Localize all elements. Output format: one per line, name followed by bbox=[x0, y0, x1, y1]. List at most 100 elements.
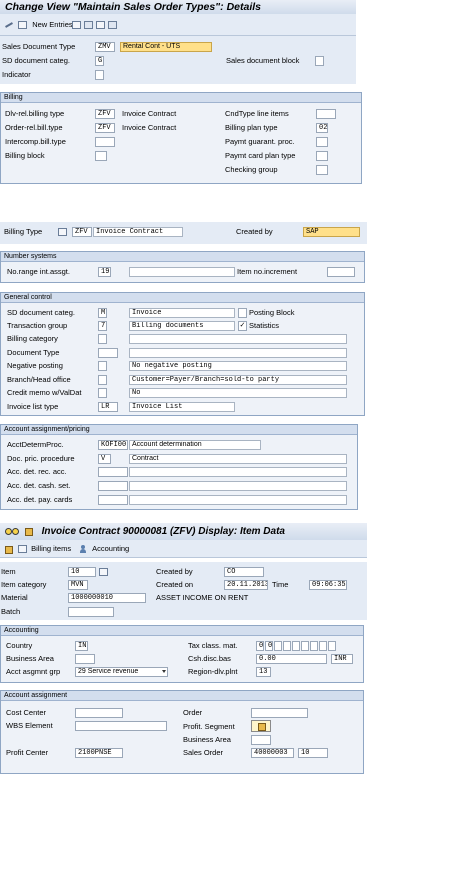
chevron-down-icon bbox=[162, 670, 166, 673]
document-type-field[interactable] bbox=[98, 348, 118, 358]
dlv-rel-billing-type-desc: Invoice Contract bbox=[122, 109, 177, 118]
object-icon bbox=[24, 527, 33, 536]
branch-head-office-field[interactable] bbox=[98, 375, 107, 385]
label-wbs-element: WBS Element bbox=[6, 721, 53, 730]
item-category-field: MVN bbox=[68, 580, 88, 590]
label-cndtype-line-items: CndType line items bbox=[225, 109, 289, 118]
doc-pric-procedure-field[interactable]: V bbox=[98, 454, 111, 464]
intercomp-bill-type-field[interactable] bbox=[95, 137, 115, 147]
label-document-type: Document Type bbox=[7, 348, 60, 357]
tax-class-6 bbox=[310, 641, 318, 651]
paymt-card-plan-type-field[interactable] bbox=[316, 151, 328, 161]
cndtype-line-items-field[interactable] bbox=[316, 109, 336, 119]
profit-center-field: 2100PNSE bbox=[75, 748, 123, 758]
label-sd-document-categ: SD document categ. bbox=[2, 56, 70, 65]
item-field[interactable]: 10 bbox=[68, 567, 96, 577]
invoice-list-type-field[interactable]: LR bbox=[98, 402, 118, 412]
label-time: Time bbox=[272, 580, 289, 589]
profit-segment-icon bbox=[257, 722, 266, 731]
item-browse-icon[interactable] bbox=[99, 568, 108, 576]
sd-document-categ-field[interactable]: G bbox=[95, 56, 104, 66]
batch-field bbox=[68, 607, 114, 617]
pencil-icon bbox=[4, 21, 14, 29]
label-indicator: Indicator bbox=[2, 70, 31, 79]
next-entry-icon[interactable] bbox=[108, 21, 117, 29]
sales-document-type-field[interactable]: ZMV bbox=[95, 42, 115, 52]
toolbar-3: Billing items Accounting bbox=[0, 540, 367, 558]
acc-det-rec-acc-field[interactable] bbox=[98, 467, 128, 477]
sales-order-field: 40000003 bbox=[251, 748, 294, 758]
posting-block-checkbox[interactable] bbox=[238, 308, 247, 318]
label-acc-det-pay-cards: Acc. det. pay. cards bbox=[7, 495, 73, 504]
paymt-guarant-proc-field[interactable] bbox=[316, 137, 328, 147]
statistics-label: Statistics bbox=[249, 321, 280, 330]
billing-category-field[interactable] bbox=[98, 334, 107, 344]
billing-block-field[interactable] bbox=[95, 151, 107, 161]
billing-group: Billing Dlv-rel.billing type ZFV Invoice… bbox=[0, 92, 362, 184]
sales-order-item-field: 10 bbox=[298, 748, 328, 758]
label-billing-plan-type: Billing plan type bbox=[225, 123, 278, 132]
invoice-list-type-desc: Invoice List bbox=[129, 402, 235, 412]
label-business-area: Business Area bbox=[6, 654, 54, 663]
statistics-checkbox[interactable]: ✓ bbox=[238, 321, 247, 331]
sd-document-categ-2-field[interactable]: M bbox=[98, 308, 107, 318]
header-panel-2: Billing Type ZFV Invoice Contract Create… bbox=[0, 222, 367, 244]
billing-plan-type-field[interactable]: 02 bbox=[316, 123, 328, 133]
label-created-on: Created on bbox=[156, 580, 194, 589]
account-assignment-group: Account assignment Cost Center WBS Eleme… bbox=[0, 690, 364, 774]
new-entries-button[interactable]: New Entries bbox=[4, 19, 73, 31]
credit-memo-desc: No bbox=[129, 388, 347, 398]
tax-class-5 bbox=[301, 641, 309, 651]
csh-disc-bas-field: 0.00 bbox=[256, 654, 327, 664]
label-profit-segment: Profit. Segment bbox=[183, 722, 235, 731]
item-no-increment-field[interactable] bbox=[327, 267, 355, 277]
dlv-rel-billing-type-field[interactable]: ZFV bbox=[95, 109, 115, 119]
billing-type-field[interactable]: ZFV bbox=[72, 227, 92, 237]
title-bar-1: Change View "Maintain Sales Order Types"… bbox=[0, 0, 356, 14]
label-region-dlv-plnt: Region-dlv.plnt bbox=[188, 667, 238, 676]
tax-class-4 bbox=[292, 641, 300, 651]
label-profit-center: Profit Center bbox=[6, 748, 49, 757]
label-sales-order: Sales Order bbox=[183, 748, 224, 757]
material-field: 1000000010 bbox=[68, 593, 146, 603]
accounting-button[interactable]: Accounting bbox=[79, 543, 129, 555]
credit-memo-field[interactable] bbox=[98, 388, 107, 398]
billing-category-desc bbox=[129, 334, 347, 344]
transaction-group-desc: Billing documents bbox=[129, 321, 235, 331]
copy-icon[interactable] bbox=[58, 228, 67, 236]
label-acc-det-rec-acc: Acc. det. rec. acc. bbox=[7, 467, 67, 476]
label-negative-posting: Negative posting bbox=[7, 361, 63, 370]
account-assignment-pricing-group: Account assignment/pricing AcctDetermPro… bbox=[0, 424, 358, 510]
acc-det-pay-cards-field[interactable] bbox=[98, 495, 128, 505]
transaction-group-field[interactable]: 7 bbox=[98, 321, 107, 331]
accounting-group-title: Accounting bbox=[1, 626, 363, 636]
acct-asgmnt-grp-dropdown[interactable]: 29 Service revenue bbox=[75, 667, 168, 677]
billing-items-button[interactable]: Billing items bbox=[18, 543, 71, 555]
checking-group-field[interactable] bbox=[316, 165, 328, 175]
acct-determ-proc-field[interactable]: KOFI00 bbox=[98, 440, 128, 450]
general-control-group: General control SD document categ. M Inv… bbox=[0, 292, 365, 416]
number-systems-title: Number systems bbox=[1, 252, 364, 262]
screen-title-3: Invoice Contract 90000081 (ZFV) Display:… bbox=[41, 526, 285, 537]
label-billing-category: Billing category bbox=[7, 334, 58, 343]
accounting-group: Accounting Country IN Business Area Acct… bbox=[0, 625, 364, 683]
copy-icon[interactable] bbox=[72, 21, 81, 29]
back-icon[interactable] bbox=[4, 545, 13, 554]
acc-det-rec-acc-desc bbox=[129, 467, 347, 477]
previous-entry-icon[interactable] bbox=[96, 21, 105, 29]
acc-det-cash-set-field[interactable] bbox=[98, 481, 128, 491]
sales-document-block-field[interactable] bbox=[315, 56, 324, 66]
sales-document-type-desc[interactable]: Rental Cont - UTS bbox=[120, 42, 212, 52]
negative-posting-desc: No negative posting bbox=[129, 361, 347, 371]
no-range-field[interactable]: 19 bbox=[98, 267, 111, 277]
profit-segment-button[interactable] bbox=[251, 720, 271, 732]
material-description: ASSET INCOME ON RENT bbox=[156, 593, 249, 602]
billing-group-title: Billing bbox=[1, 93, 361, 103]
order-rel-bill-type-field[interactable]: ZFV bbox=[95, 123, 115, 133]
indicator-field[interactable] bbox=[95, 70, 104, 80]
negative-posting-field[interactable] bbox=[98, 361, 107, 371]
delete-icon[interactable] bbox=[84, 21, 93, 29]
created-by-field[interactable]: SAP bbox=[303, 227, 360, 237]
label-doc-pric-procedure: Doc. pric. procedure bbox=[7, 454, 75, 463]
doc-pric-procedure-desc: Contract bbox=[129, 454, 347, 464]
